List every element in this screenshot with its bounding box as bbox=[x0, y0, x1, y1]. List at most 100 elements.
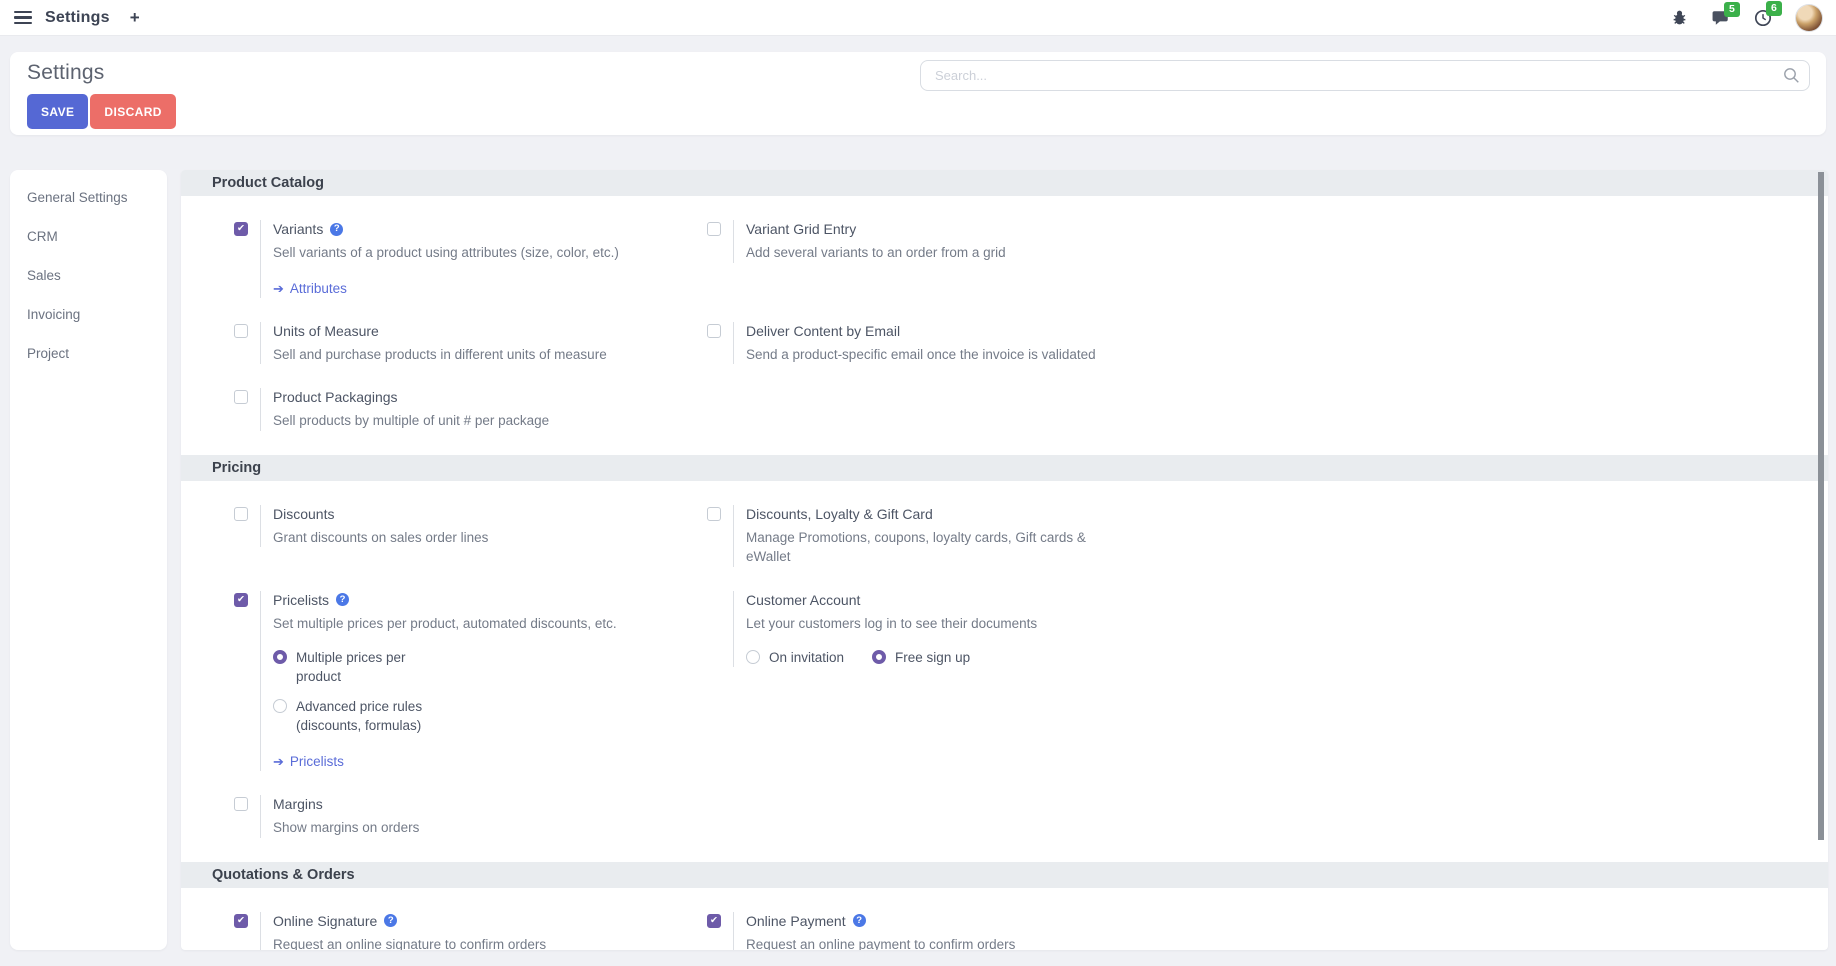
checkbox-margins[interactable] bbox=[234, 797, 248, 811]
setting-label: Deliver Content by Email bbox=[746, 322, 900, 340]
settings-sidebar: General SettingsCRMSalesInvoicingProject bbox=[10, 170, 167, 950]
page-title: Settings bbox=[27, 61, 104, 85]
link-label: Pricelists bbox=[290, 752, 344, 771]
radio-option-multiple-prices-per-product[interactable]: Multiple prices per product bbox=[273, 648, 707, 687]
activities-count-badge: 6 bbox=[1766, 1, 1782, 16]
help-question-icon[interactable]: ? bbox=[853, 914, 866, 927]
radio-group: Multiple prices per product Advanced pric… bbox=[273, 648, 707, 736]
setting-description: Sell variants of a product using attribu… bbox=[273, 243, 707, 263]
setting-description: Sell and purchase products in different … bbox=[273, 345, 707, 365]
radio-option-free-sign-up[interactable]: Free sign up bbox=[872, 648, 970, 668]
help-question-icon[interactable]: ? bbox=[330, 223, 343, 236]
link-label: Attributes bbox=[290, 279, 347, 298]
settings-row: Units of Measure Sell and purchase produc… bbox=[181, 322, 1828, 365]
checkbox-variants[interactable]: ✔ bbox=[234, 222, 248, 236]
search-icon[interactable] bbox=[1783, 67, 1800, 89]
setting-description: Request an online signature to confirm o… bbox=[273, 935, 707, 950]
search-bar bbox=[920, 60, 1810, 91]
navbar-app-title: Settings bbox=[45, 9, 110, 27]
setting-label: Variant Grid Entry bbox=[746, 220, 856, 238]
sidebar-item-project[interactable]: Project bbox=[10, 334, 167, 373]
section-header-product-catalog: Product Catalog bbox=[181, 170, 1828, 196]
sidebar-item-general-settings[interactable]: General Settings bbox=[10, 178, 167, 217]
messages-icon[interactable]: 5 bbox=[1712, 10, 1730, 26]
settings-row: Product PackagingsSell products by multi… bbox=[181, 388, 1828, 431]
setting-online-signature: ✔ Online Signature? Request an online sign… bbox=[234, 912, 707, 950]
setting-description: Grant discounts on sales order lines bbox=[273, 528, 707, 548]
setting-description: Let your customers log in to see their d… bbox=[746, 614, 1180, 634]
settings-row: DiscountsGrant discounts on sales order … bbox=[181, 505, 1828, 567]
top-navbar: Settings + 5 6 bbox=[0, 0, 1836, 36]
checkbox-discounts[interactable] bbox=[234, 507, 248, 521]
checkbox-variant-grid-entry[interactable] bbox=[707, 222, 721, 236]
help-question-icon[interactable]: ? bbox=[336, 593, 349, 606]
radio-label: Multiple prices per product bbox=[296, 648, 406, 687]
link-pricelists[interactable]: ➔ Pricelists bbox=[273, 752, 707, 771]
checkbox-discounts-loyalty-gift-card[interactable] bbox=[707, 507, 721, 521]
radio-label: Free sign up bbox=[895, 648, 970, 668]
setting-description: Request an online payment to confirm ord… bbox=[746, 935, 1180, 950]
vertical-scrollbar[interactable] bbox=[1818, 172, 1824, 840]
section-header-pricing: Pricing bbox=[181, 455, 1828, 481]
setting-description: Manage Promotions, coupons, loyalty card… bbox=[746, 528, 1180, 567]
help-question-icon[interactable]: ? bbox=[384, 914, 397, 927]
search-input[interactable] bbox=[920, 60, 1810, 91]
setting-customer-account: Customer AccountLet your customers log i… bbox=[707, 591, 1180, 667]
header-actions: SAVE DISCARD bbox=[27, 94, 176, 129]
setting-discounts-loyalty-gift-card: Discounts, Loyalty & Gift Card Manage Pro… bbox=[707, 505, 1180, 567]
checkbox-product-packagings[interactable] bbox=[234, 390, 248, 404]
apps-menu-icon[interactable] bbox=[14, 11, 32, 25]
setting-online-payment: ✔ Online Payment? Request an online paymen… bbox=[707, 912, 1180, 950]
settings-row: ✔ Pricelists? Set multiple prices per prod… bbox=[181, 591, 1828, 771]
setting-label: Online Payment bbox=[746, 912, 846, 930]
new-tab-icon[interactable]: + bbox=[130, 9, 140, 26]
radio-group: On invitation Free sign up bbox=[746, 648, 1180, 668]
setting-variant-grid-entry: Variant Grid Entry Add several variants t… bbox=[707, 220, 1180, 263]
setting-description: Set multiple prices per product, automat… bbox=[273, 614, 707, 634]
setting-label: Discounts, Loyalty & Gift Card bbox=[746, 505, 933, 523]
user-avatar[interactable] bbox=[1796, 5, 1822, 31]
checkbox-pricelists[interactable]: ✔ bbox=[234, 593, 248, 607]
section-header-quotations-orders: Quotations & Orders bbox=[181, 862, 1828, 888]
radio-option-on-invitation[interactable]: On invitation bbox=[746, 648, 844, 668]
checkbox-units-of-measure[interactable] bbox=[234, 324, 248, 338]
activities-clock-icon[interactable]: 6 bbox=[1754, 9, 1772, 27]
link-attributes[interactable]: ➔ Attributes bbox=[273, 279, 707, 298]
setting-label: Online Signature bbox=[273, 912, 377, 930]
sidebar-item-invoicing[interactable]: Invoicing bbox=[10, 295, 167, 334]
setting-description: Sell products by multiple of unit # per … bbox=[273, 411, 707, 431]
radio-unselected[interactable] bbox=[746, 650, 760, 664]
messages-count-badge: 5 bbox=[1724, 2, 1740, 17]
setting-deliver-content-by-email: Deliver Content by Email Send a product-s… bbox=[707, 322, 1180, 365]
checkbox-online-signature[interactable]: ✔ bbox=[234, 914, 248, 928]
radio-unselected[interactable] bbox=[273, 699, 287, 713]
setting-description: Show margins on orders bbox=[273, 818, 707, 838]
setting-description: Add several variants to an order from a … bbox=[746, 243, 1180, 263]
setting-description: Send a product-specific email once the i… bbox=[746, 345, 1180, 365]
setting-product-packagings: Product PackagingsSell products by multi… bbox=[234, 388, 707, 431]
setting-units-of-measure: Units of Measure Sell and purchase produc… bbox=[234, 322, 707, 365]
radio-selected[interactable] bbox=[872, 650, 886, 664]
radio-selected[interactable] bbox=[273, 650, 287, 664]
navbar-systray: 5 6 bbox=[1671, 5, 1822, 31]
setting-margins: Margins Show margins on orders bbox=[234, 795, 707, 838]
sidebar-item-crm[interactable]: CRM bbox=[10, 217, 167, 256]
debug-bug-icon[interactable] bbox=[1671, 9, 1688, 26]
setting-label: Units of Measure bbox=[273, 322, 379, 340]
settings-panel: Product Catalog ✔ Variants? Sell variants o… bbox=[181, 170, 1828, 950]
settings-row: Margins Show margins on orders bbox=[181, 795, 1828, 838]
setting-label: Variants bbox=[273, 220, 323, 238]
setting-label: Margins bbox=[273, 795, 323, 813]
checkbox-deliver-content-by-email[interactable] bbox=[707, 324, 721, 338]
radio-label: On invitation bbox=[769, 648, 844, 668]
setting-label: Pricelists bbox=[273, 591, 329, 609]
save-button[interactable]: SAVE bbox=[27, 94, 88, 129]
radio-label: Advanced price rules (discounts, formula… bbox=[296, 697, 422, 736]
checkbox-online-payment[interactable]: ✔ bbox=[707, 914, 721, 928]
arrow-right-icon: ➔ bbox=[273, 279, 284, 298]
settings-row: ✔ Variants? Sell variants of a product usi… bbox=[181, 220, 1828, 298]
arrow-right-icon: ➔ bbox=[273, 752, 284, 771]
radio-option-advanced-price-rules-discounts-formulas[interactable]: Advanced price rules (discounts, formula… bbox=[273, 697, 707, 736]
sidebar-item-sales[interactable]: Sales bbox=[10, 256, 167, 295]
discard-button[interactable]: DISCARD bbox=[90, 94, 175, 129]
